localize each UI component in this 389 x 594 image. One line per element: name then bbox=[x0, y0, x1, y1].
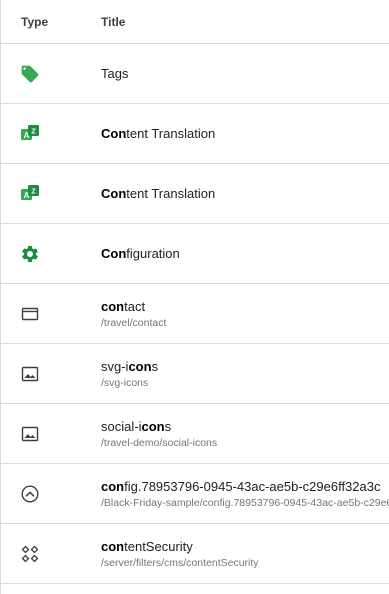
translate-icon: A Z bbox=[20, 124, 40, 144]
diamond-grid-icon bbox=[20, 544, 40, 564]
row-title: svg-icons bbox=[101, 358, 159, 374]
table-header: Type Title bbox=[1, 0, 389, 44]
row-title: Tags bbox=[101, 66, 129, 81]
row-title: Content Translation bbox=[101, 126, 216, 141]
row-path: /travel-demo/social-icons bbox=[101, 436, 218, 449]
page-icon bbox=[20, 304, 40, 324]
row-path: /svg-icons bbox=[101, 376, 149, 389]
table-row[interactable]: svg-icons /svg-icons bbox=[1, 344, 389, 404]
table-row[interactable]: contentSecurity /server/filters/cms/cont… bbox=[1, 524, 389, 584]
svg-text:Z: Z bbox=[31, 128, 36, 135]
row-title: contentSecurity bbox=[101, 538, 193, 554]
row-title: social-icons bbox=[101, 418, 172, 434]
translate-icon: A Z bbox=[20, 184, 40, 204]
row-title: Configuration bbox=[101, 246, 180, 261]
svg-text:A: A bbox=[24, 131, 30, 140]
row-path: /server/filters/cms/contentSecurity bbox=[101, 556, 259, 569]
content-search-results-table: Type Title Tags A Z Content Translation bbox=[0, 0, 389, 594]
table-row[interactable]: social-icons /travel-demo/social-icons bbox=[1, 404, 389, 464]
chevron-up-circle-icon bbox=[20, 484, 40, 504]
svg-text:Z: Z bbox=[31, 188, 36, 195]
tag-icon bbox=[20, 64, 40, 84]
gear-icon bbox=[20, 244, 40, 264]
image-icon bbox=[20, 424, 40, 444]
column-header-title[interactable]: Title bbox=[101, 15, 125, 29]
row-path: /Black-Friday-sample/config.78953796-094… bbox=[101, 496, 389, 509]
table-row[interactable]: A Z Content Translation bbox=[1, 104, 389, 164]
row-title: contact bbox=[101, 298, 146, 314]
svg-text:A: A bbox=[24, 191, 30, 200]
row-title: config.78953796-0945-43ac-ae5b-c29e6ff32… bbox=[101, 478, 381, 494]
table-row[interactable]: config.78953796-0945-43ac-ae5b-c29e6ff32… bbox=[1, 464, 389, 524]
image-icon bbox=[20, 364, 40, 384]
row-title: Content Translation bbox=[101, 186, 216, 201]
table-row[interactable]: Configuration bbox=[1, 224, 389, 284]
table-row[interactable]: contact /travel/contact bbox=[1, 284, 389, 344]
table-row[interactable]: Tags bbox=[1, 44, 389, 104]
row-path: /travel/contact bbox=[101, 316, 167, 329]
table-row[interactable]: A Z Content Translation bbox=[1, 164, 389, 224]
column-header-type[interactable]: Type bbox=[21, 15, 48, 29]
